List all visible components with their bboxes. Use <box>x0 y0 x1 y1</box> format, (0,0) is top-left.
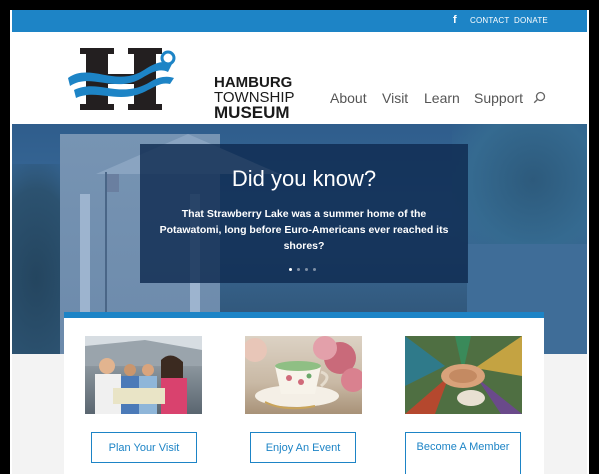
screen-border <box>0 0 599 474</box>
